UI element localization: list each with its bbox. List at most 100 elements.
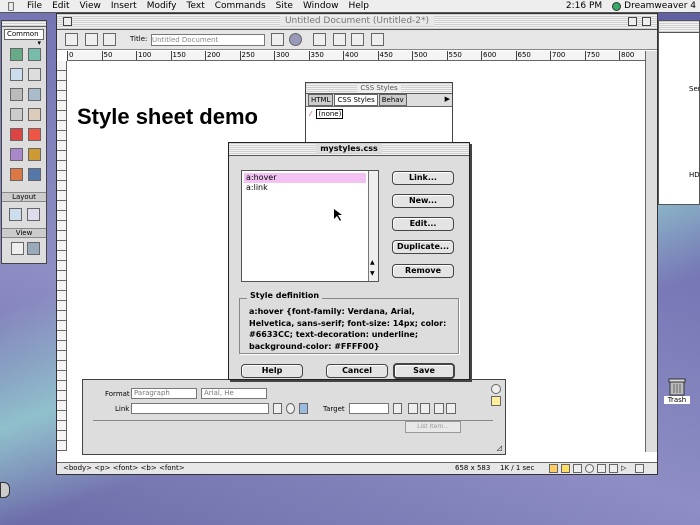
menu-help[interactable]: Help (343, 1, 374, 11)
page-heading[interactable]: Style sheet demo (77, 104, 258, 130)
menu-text[interactable]: Text (182, 1, 210, 11)
tag-selector[interactable]: <body> <p> <font> <b> <font> (63, 463, 185, 474)
server-include-icon[interactable] (10, 148, 23, 161)
image-icon[interactable] (10, 48, 23, 61)
menu-file[interactable]: File (22, 1, 47, 11)
navbar-icon[interactable] (28, 88, 41, 101)
document-titlebar[interactable]: Untitled Document (Untitled-2*) (57, 14, 657, 30)
tab-arrow-icon[interactable]: ▶ (445, 94, 450, 106)
split-view-icon[interactable] (85, 33, 98, 46)
target-field[interactable] (349, 403, 389, 414)
launcher-help-icon[interactable] (585, 464, 594, 473)
lline-icon[interactable] (10, 108, 23, 121)
zoom-box[interactable] (628, 17, 637, 26)
launcher-behaviors-icon[interactable] (609, 464, 618, 473)
launcher-site-icon[interactable] (549, 464, 558, 473)
css-tab-0[interactable]: HTML (308, 94, 334, 106)
menu-commands[interactable]: Commands (210, 1, 271, 11)
launcher-assets-icon[interactable] (561, 464, 570, 473)
menu-site[interactable]: Site (271, 1, 298, 11)
quick-tag-icon[interactable] (491, 396, 501, 406)
indent-icon[interactable] (446, 403, 456, 414)
window-size[interactable]: 658 x 583 (455, 463, 490, 474)
cancel-button[interactable]: Cancel (326, 364, 388, 378)
menubar:  FileEditViewInsertModifyTextCommandsSi… (0, 0, 700, 13)
menu-modify[interactable]: Modify (142, 1, 182, 11)
menu-edit[interactable]: Edit (47, 1, 74, 11)
css-panel-titlebar[interactable]: CSS Styles (306, 83, 452, 94)
launcher-code-icon[interactable] (635, 464, 644, 473)
fireworks-icon[interactable] (28, 148, 41, 161)
app-switcher[interactable]: Dreamweaver 4 (612, 1, 696, 11)
layout-view-icon[interactable] (27, 242, 40, 255)
css-style-item[interactable]: ⁄ (none) (310, 109, 452, 119)
title-field[interactable] (151, 34, 265, 46)
preview-browser-icon[interactable] (289, 33, 302, 46)
browse-folder-icon[interactable] (299, 403, 308, 414)
save-button[interactable]: Save (393, 363, 455, 379)
layer-icon[interactable] (28, 68, 41, 81)
plugin-icon[interactable] (10, 168, 23, 181)
help-button[interactable]: Help (241, 364, 303, 378)
desktop-drive-icon[interactable] (0, 482, 10, 498)
shockwave-icon[interactable] (28, 128, 41, 141)
style-item-hover[interactable]: a:hover (244, 173, 366, 183)
help-circle-icon[interactable] (491, 384, 501, 394)
draw-table-icon[interactable] (27, 208, 40, 221)
apple-icon[interactable]:  (0, 1, 22, 12)
ordered-list-icon[interactable] (420, 403, 430, 414)
css-tab-2[interactable]: Behav (378, 94, 407, 106)
background-window[interactable]: Ser HD (658, 20, 700, 205)
vertical-scrollbar[interactable] (645, 51, 657, 452)
scroll-down-icon[interactable]: ▼ (370, 270, 375, 277)
standard-view-icon[interactable] (11, 242, 24, 255)
link-field[interactable] (131, 403, 269, 414)
duplicate-button[interactable]: Duplicate... (392, 240, 454, 254)
refresh-icon[interactable] (313, 33, 326, 46)
trash[interactable]: Trash (664, 376, 690, 404)
point-to-file-icon[interactable] (286, 403, 295, 414)
menu-view[interactable]: View (75, 1, 106, 11)
target-menu-icon[interactable] (393, 403, 402, 414)
dialog-titlebar[interactable]: mystyles.css (229, 143, 469, 156)
close-box[interactable] (63, 17, 72, 26)
table-icon[interactable] (10, 68, 23, 81)
design-view-icon[interactable] (103, 33, 116, 46)
launcher-history-icon[interactable] (597, 464, 606, 473)
link-menu-icon[interactable] (273, 403, 282, 414)
launcher-html-icon[interactable] (573, 464, 582, 473)
menu-insert[interactable]: Insert (106, 1, 142, 11)
menu-window[interactable]: Window (298, 1, 344, 11)
date-icon[interactable] (28, 108, 41, 121)
format-select[interactable]: Paragraph (131, 388, 197, 399)
draw-layer-icon[interactable] (9, 208, 22, 221)
style-item-link[interactable]: a:link (244, 183, 366, 193)
expand-arrow-icon[interactable]: ◿ (497, 444, 502, 452)
flash-icon[interactable] (10, 128, 23, 141)
list-item-button[interactable]: List Item... (405, 421, 461, 433)
code-view-icon[interactable] (65, 33, 78, 46)
clock: 2:16 PM (565, 1, 603, 11)
applet-icon[interactable] (28, 168, 41, 181)
edit-button[interactable]: Edit... (392, 217, 454, 231)
outdent-icon[interactable] (434, 403, 444, 414)
list-scrollbar[interactable]: ▲ ▼ (368, 171, 378, 281)
link-button[interactable]: Link... (392, 171, 454, 185)
hr-icon[interactable] (10, 88, 23, 101)
collapse-box[interactable] (642, 17, 651, 26)
unordered-list-icon[interactable] (408, 403, 418, 414)
css-tab-1[interactable]: CSS Styles (334, 94, 378, 106)
code-nav-icon[interactable] (351, 33, 364, 46)
new-button[interactable]: New... (392, 194, 454, 208)
remove-button[interactable]: Remove (392, 264, 454, 278)
launcher-timeline-icon[interactable]: ▷ (621, 463, 626, 474)
view-options-icon[interactable] (371, 33, 384, 46)
layout-label: Layout (2, 192, 46, 202)
reference-icon[interactable] (333, 33, 346, 46)
rollover-icon[interactable] (28, 48, 41, 61)
scroll-up-icon[interactable]: ▲ (370, 259, 375, 266)
category-select[interactable]: Common ▾ (4, 29, 44, 47)
file-management-icon[interactable] (271, 33, 284, 46)
font-select[interactable]: Arial, He (201, 388, 267, 399)
styles-list[interactable]: a:hover a:link ▲ ▼ (241, 170, 379, 282)
